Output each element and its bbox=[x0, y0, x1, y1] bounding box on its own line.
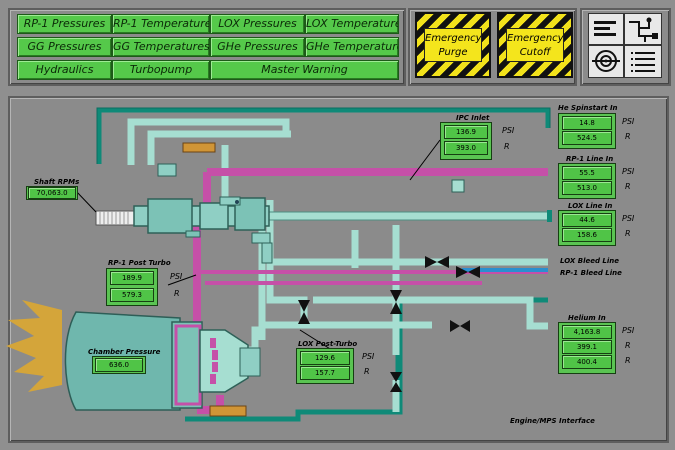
valve-right bbox=[450, 320, 470, 332]
valve-lox-post bbox=[298, 300, 310, 324]
rp1-post-turbo-r-value: 579.3 bbox=[110, 288, 154, 302]
shaft-rpm-value: 70,063.0 bbox=[28, 187, 76, 199]
ipc-inlet-r-unit: R bbox=[504, 142, 510, 151]
rp1-line-in-r-value: 513.0 bbox=[562, 181, 612, 195]
he-spinstart-psi-unit: PSI bbox=[622, 117, 635, 126]
he-spinstart-r-unit: R bbox=[625, 132, 631, 141]
chamber-pressure-value: 636.0 bbox=[95, 358, 143, 372]
engine-mps-interface-label: Engine/MPS Interface bbox=[510, 417, 595, 425]
valve-lox-bleed bbox=[425, 256, 449, 268]
lox-post-turbo-r-unit: R bbox=[364, 367, 370, 376]
rp1-post-turbo-r-unit: R bbox=[174, 289, 180, 298]
lox-post-turbo-r-value: 157.7 bbox=[300, 366, 350, 380]
rp1-bleed-line-label: RP-1 Bleed Line bbox=[560, 269, 622, 277]
rp1-line-in-label: RP-1 Line In bbox=[566, 155, 614, 163]
helium-in-r-value-2: 400.4 bbox=[562, 355, 612, 369]
exhaust-plume bbox=[6, 300, 62, 392]
lox-line-in-psi-value: 44.6 bbox=[562, 213, 612, 227]
lox-line-in-r-value: 158.6 bbox=[562, 228, 612, 242]
filter-lower bbox=[209, 405, 247, 417]
rp1-post-turbo-label: RP-1 Post Turbo bbox=[108, 259, 171, 267]
ipc-inlet-r-value: 393.0 bbox=[444, 141, 488, 155]
rp1-line-in-psi-unit: PSI bbox=[622, 167, 635, 176]
filter-upper bbox=[182, 142, 216, 153]
rp1-post-turbo-psi-value: 189.9 bbox=[110, 271, 154, 285]
lox-line-in-psi-unit: PSI bbox=[622, 214, 635, 223]
helium-in-r-unit-2: R bbox=[625, 356, 631, 365]
helium-in-psi-value: 4,163.8 bbox=[562, 325, 612, 339]
rp1-line-in-r-unit: R bbox=[625, 182, 631, 191]
lox-post-turbo-psi-value: 129.6 bbox=[300, 351, 350, 365]
lox-line-in-label: LOX Line In bbox=[568, 202, 613, 210]
helium-in-r-value-1: 399.1 bbox=[562, 340, 612, 354]
lox-post-turbo-psi-unit: PSI bbox=[362, 352, 375, 361]
helium-in-r-unit-1: R bbox=[625, 341, 631, 350]
helium-in-label: Helium In bbox=[568, 314, 606, 322]
he-spinstart-psi-value: 14.8 bbox=[562, 116, 612, 130]
lox-line-in-r-unit: R bbox=[625, 229, 631, 238]
he-spinstart-label: He Spinstart In bbox=[558, 104, 618, 112]
shaft-rpm-label: Shaft RPMs bbox=[34, 178, 80, 186]
lox-post-turbo-label: LOX Post-Turbo bbox=[298, 340, 358, 348]
helium-in-psi-unit: PSI bbox=[622, 326, 635, 335]
chamber-pressure-label: Chamber Pressure bbox=[88, 348, 161, 356]
rp1-post-turbo-psi-unit: PSI bbox=[170, 272, 183, 281]
ipc-inlet-psi-value: 136.9 bbox=[444, 125, 488, 139]
rp1-line-in-psi-value: 55.5 bbox=[562, 166, 612, 180]
ipc-inlet-psi-unit: PSI bbox=[502, 126, 515, 135]
lox-bleed-line-label: LOX Bleed Line bbox=[560, 257, 620, 265]
ipc-inlet-label: IPC Inlet bbox=[456, 114, 490, 122]
he-spinstart-r-value: 524.5 bbox=[562, 131, 612, 145]
valve-rp1-bleed bbox=[456, 266, 480, 278]
